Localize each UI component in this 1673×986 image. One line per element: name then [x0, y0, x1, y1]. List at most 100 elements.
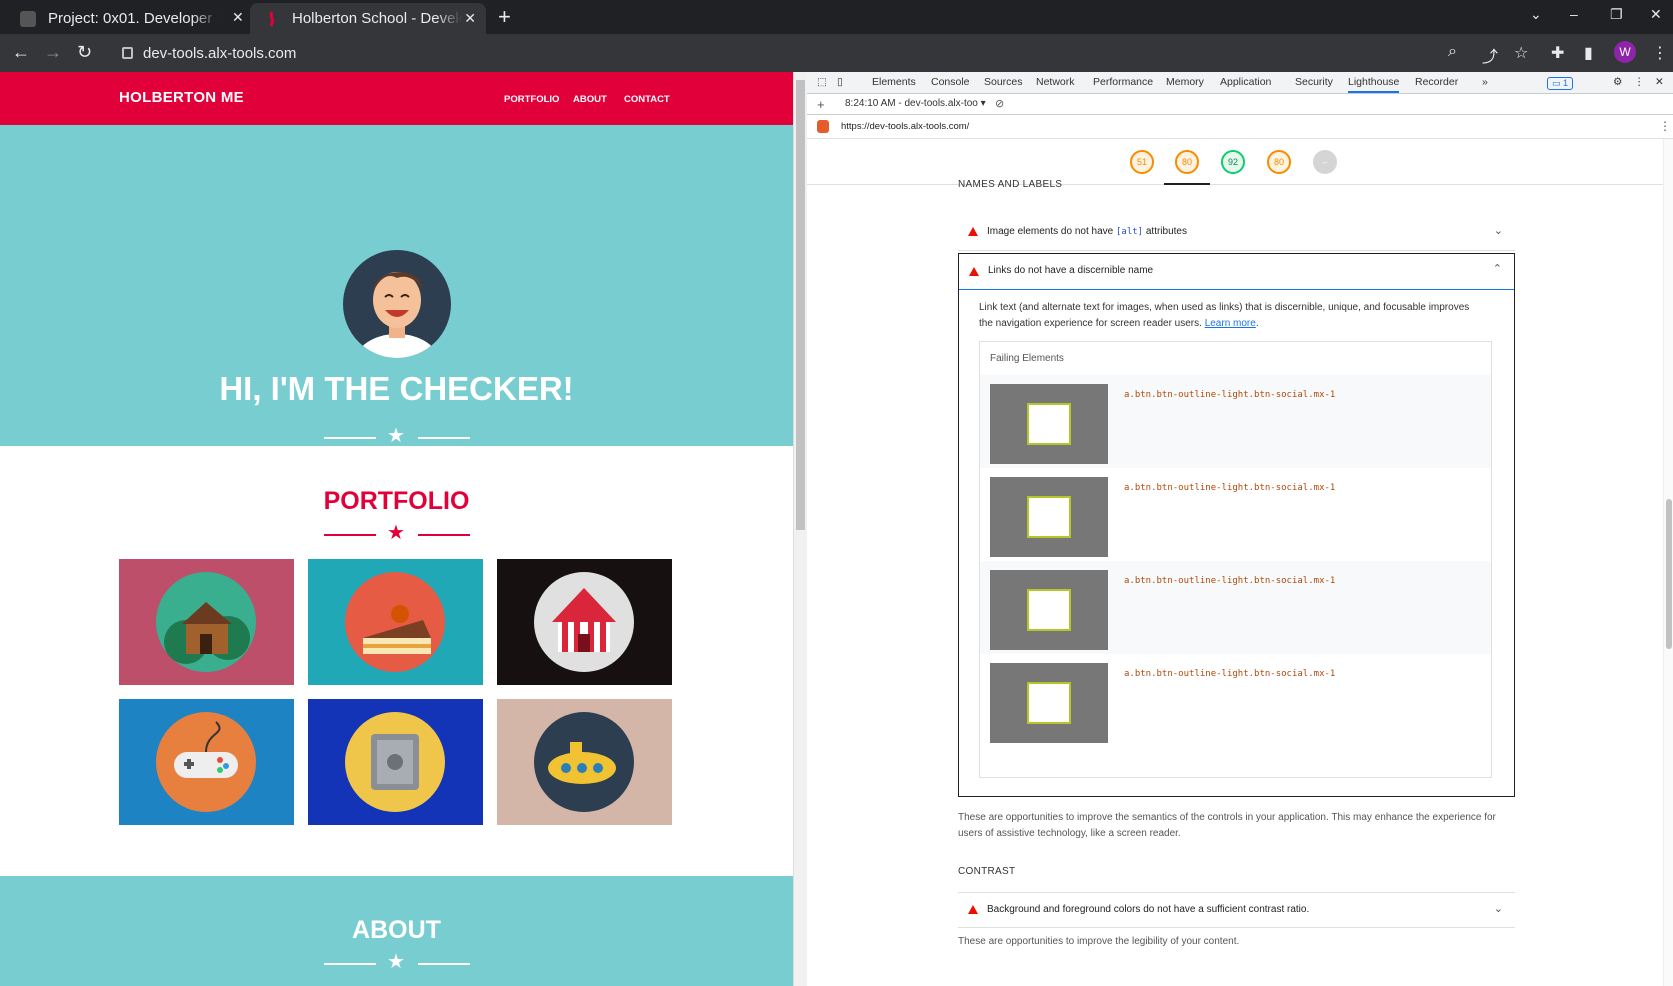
- portfolio-tile-controller[interactable]: [119, 699, 294, 825]
- lighthouse-toolbar: + 8:24:10 AM - dev-tools.alx-too ▾ ⊘: [807, 94, 1673, 115]
- learn-more-link[interactable]: Learn more: [1205, 318, 1256, 329]
- tab-lighthouse[interactable]: Lighthouse: [1348, 76, 1400, 93]
- clear-reports-icon[interactable]: ⊘: [995, 97, 1004, 110]
- report-selector[interactable]: 8:24:10 AM - dev-tools.alx-too ▾: [845, 98, 986, 109]
- nav-link-portfolio[interactable]: PORTFOLIO: [504, 94, 559, 105]
- report-url[interactable]: https://dev-tools.alx-tools.com/: [841, 121, 969, 132]
- devtools-panel: ⬚ ▯ Elements Console Sources Network Per…: [807, 72, 1673, 986]
- close-devtools-icon[interactable]: ✕: [1655, 76, 1664, 88]
- issues-badge[interactable]: ▭ 1: [1547, 77, 1574, 90]
- gauge-seo[interactable]: 80: [1267, 150, 1291, 174]
- failing-element-row[interactable]: a.btn.btn-outline-light.btn-social.mx-1: [980, 561, 1491, 654]
- nav-link-contact[interactable]: CONTACT: [624, 94, 670, 105]
- browser-toolbar: ← → ↻ dev-tools.alx-tools.com ⌕ ⤴ ☆ ✚ ▮ …: [0, 34, 1673, 72]
- nav-link-about[interactable]: ABOUT: [573, 94, 607, 105]
- site-brand[interactable]: HOLBERTON ME: [119, 89, 244, 106]
- close-window-icon[interactable]: ✕: [1650, 6, 1662, 23]
- hero-title: HI, I'M THE CHECKER!: [219, 370, 574, 407]
- menu-kebab-icon[interactable]: ⋮: [1652, 43, 1668, 63]
- tab-console[interactable]: Console: [931, 76, 970, 88]
- settings-gear-icon[interactable]: ⚙: [1613, 76, 1622, 88]
- portfolio-tile-safe[interactable]: [308, 699, 483, 825]
- more-tabs-icon[interactable]: »: [1482, 76, 1488, 88]
- tab-search-chevron-icon[interactable]: ⌄: [1530, 6, 1542, 23]
- checker-avatar-icon: [343, 250, 451, 358]
- restore-icon[interactable]: ❐: [1610, 6, 1623, 23]
- browser-tab-project[interactable]: Project: 0x01. Developer t: [6, 3, 256, 34]
- report-menu-icon[interactable]: ⋮: [1659, 119, 1671, 133]
- element-selector[interactable]: a.btn.btn-outline-light.btn-social.mx-1: [1124, 483, 1335, 493]
- element-screenshot: [990, 477, 1108, 557]
- failing-element-row[interactable]: a.btn.btn-outline-light.btn-social.mx-1: [980, 654, 1491, 747]
- portfolio-tile-cake[interactable]: [308, 559, 483, 685]
- tab-memory[interactable]: Memory: [1166, 76, 1204, 88]
- address-url: dev-tools.alx-tools.com: [143, 44, 297, 62]
- bookmark-star-icon[interactable]: ☆: [1514, 43, 1528, 63]
- devtools-menu-icon[interactable]: ⋮: [1634, 76, 1645, 88]
- portfolio-tile-circus[interactable]: [497, 559, 672, 685]
- cabin-icon: [156, 572, 256, 672]
- new-tab-icon[interactable]: +: [498, 4, 511, 30]
- gauge-accessibility[interactable]: 80: [1175, 150, 1199, 174]
- element-screenshot: [990, 384, 1108, 464]
- failing-element-row[interactable]: a.btn.btn-outline-light.btn-social.mx-1: [980, 468, 1491, 561]
- profile-avatar[interactable]: W: [1614, 41, 1636, 63]
- about-section: ABOUT ★: [0, 876, 793, 986]
- address-bar[interactable]: dev-tools.alx-tools.com: [110, 38, 1460, 68]
- element-selector[interactable]: a.btn.btn-outline-light.btn-social.mx-1: [1124, 669, 1335, 679]
- project-favicon-icon: [20, 10, 36, 27]
- back-icon[interactable]: ←: [12, 42, 30, 63]
- failing-element-row[interactable]: a.btn.btn-outline-light.btn-social.mx-1: [980, 375, 1491, 468]
- audit-title: Image elements do not have [alt] attribu…: [987, 226, 1187, 237]
- cake-icon: [345, 572, 445, 672]
- reload-icon[interactable]: ↻: [77, 42, 92, 63]
- star-icon: ★: [387, 522, 405, 544]
- audit-contrast[interactable]: Background and foreground colors do not …: [958, 892, 1515, 928]
- submarine-icon: [534, 712, 634, 812]
- audit-links-name-header[interactable]: Links do not have a discernible name ⌃: [959, 254, 1514, 290]
- minimize-icon[interactable]: –: [1570, 6, 1578, 22]
- fail-triangle-icon: [968, 227, 978, 236]
- tab-network[interactable]: Network: [1036, 76, 1075, 88]
- device-toolbar-icon[interactable]: ▯: [837, 76, 843, 88]
- gauge-best-practices[interactable]: 92: [1221, 150, 1245, 174]
- inspect-element-icon[interactable]: ⬚: [817, 76, 827, 88]
- share-icon[interactable]: ⤴: [1482, 43, 1498, 67]
- forward-icon[interactable]: →: [44, 42, 62, 63]
- tab-sources[interactable]: Sources: [984, 76, 1023, 88]
- tab-application[interactable]: Application: [1220, 76, 1271, 88]
- element-selector[interactable]: a.btn.btn-outline-light.btn-social.mx-1: [1124, 576, 1335, 586]
- portfolio-tile-submarine[interactable]: [497, 699, 672, 825]
- portfolio-tile-cabin[interactable]: [119, 559, 294, 685]
- failing-elements-table: Failing Elements a.btn.btn-outline-light…: [979, 341, 1492, 778]
- tab-elements[interactable]: Elements: [872, 76, 916, 88]
- zoom-icon[interactable]: ⌕: [1448, 43, 1457, 61]
- tab-security[interactable]: Security: [1295, 76, 1333, 88]
- star-icon: ★: [387, 951, 405, 973]
- tab-performance[interactable]: Performance: [1093, 76, 1153, 88]
- chevron-down-icon: ⌄: [1493, 903, 1503, 915]
- close-tab-icon[interactable]: ✕: [464, 10, 476, 27]
- extensions-icon[interactable]: ✚: [1551, 43, 1564, 63]
- portfolio-divider: ★: [324, 522, 470, 545]
- devtools-scrollbar[interactable]: [1663, 139, 1673, 986]
- selected-gauge-indicator: [1164, 183, 1210, 185]
- audit-image-alt[interactable]: Image elements do not have [alt] attribu…: [958, 215, 1515, 251]
- browser-tab-holberton[interactable]: Holberton School - Develo ✕: [250, 3, 486, 34]
- element-selector[interactable]: a.btn.btn-outline-light.btn-social.mx-1: [1124, 390, 1335, 400]
- fail-triangle-icon: [968, 905, 978, 914]
- gauge-pwa[interactable]: –: [1313, 150, 1337, 174]
- element-screenshot: [990, 570, 1108, 650]
- audit-description: Link text (and alternate text for images…: [979, 302, 1470, 329]
- close-tab-icon[interactable]: ✕: [232, 9, 244, 26]
- side-panel-icon[interactable]: ▮: [1584, 43, 1593, 63]
- audit-title: Links do not have a discernible name: [988, 265, 1154, 276]
- about-divider: ★: [324, 951, 470, 974]
- tab-title: Project: 0x01. Developer t: [48, 10, 218, 27]
- new-report-icon[interactable]: +: [817, 97, 825, 112]
- gauge-performance[interactable]: 51: [1130, 150, 1154, 174]
- chevron-up-icon: ⌃: [1492, 263, 1502, 275]
- page-scrollbar[interactable]: [793, 72, 807, 986]
- hero-divider: ★: [324, 426, 470, 448]
- tab-recorder[interactable]: Recorder: [1415, 76, 1458, 88]
